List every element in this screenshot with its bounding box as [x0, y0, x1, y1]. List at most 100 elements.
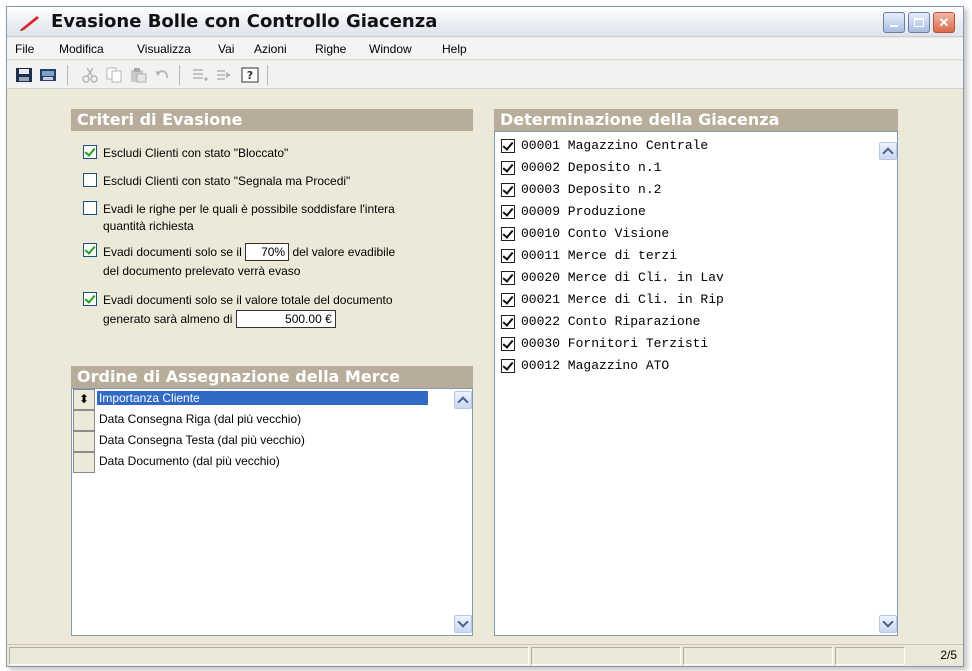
- application-window: Evasione Bolle con Controllo Giacenza ✕ …: [6, 6, 964, 667]
- ordine-item-label: Data Consegna Testa (dal più vecchio): [99, 433, 305, 447]
- scroll-down-button[interactable]: [454, 615, 472, 633]
- scroll-down-button[interactable]: [879, 615, 897, 633]
- status-cell: [683, 647, 833, 665]
- cut-icon[interactable]: [81, 67, 99, 83]
- menu-window[interactable]: Window: [369, 42, 412, 56]
- checkbox[interactable]: [501, 227, 515, 241]
- checkbox-label-line2: generato sarà almeno di 500.00 €: [103, 310, 336, 328]
- giacenza-item-label: 00030 Fornitori Terzisti: [521, 336, 709, 351]
- save-close-icon[interactable]: [39, 67, 57, 83]
- menu-bar: File Modifica Visualizza Vai Azioni Righ…: [7, 38, 963, 60]
- menu-vai[interactable]: Vai: [218, 42, 234, 56]
- close-icon: ✕: [938, 15, 950, 30]
- status-cell: [835, 647, 905, 665]
- scroll-up-button[interactable]: [454, 391, 472, 409]
- checkbox[interactable]: [501, 271, 515, 285]
- ordine-item-label: Importanza Cliente: [97, 391, 428, 405]
- ordine-item[interactable]: Data Consegna Riga (dal più vecchio): [72, 410, 452, 431]
- copy-icon[interactable]: [105, 67, 123, 83]
- status-bar: 2/5: [7, 644, 963, 666]
- checkbox-label: Escludi Clienti con stato "Bloccato": [103, 146, 289, 160]
- checkbox[interactable]: [501, 249, 515, 263]
- menu-modifica[interactable]: Modifica: [59, 42, 104, 56]
- checkbox[interactable]: [83, 292, 97, 306]
- ordine-item-label: Data Documento (dal più vecchio): [99, 454, 280, 468]
- window-title: Evasione Bolle con Controllo Giacenza: [51, 11, 438, 32]
- checkbox-label: Escludi Clienti con stato "Segnala ma Pr…: [103, 174, 351, 188]
- toolbar-separator: [267, 65, 268, 85]
- giacenza-item-label: 00010 Conto Visione: [521, 226, 670, 241]
- toolbar: ?: [7, 61, 963, 89]
- menu-righe[interactable]: Righe: [315, 42, 346, 56]
- minimum-value-input[interactable]: 500.00 €: [235, 310, 336, 328]
- undo-icon[interactable]: [153, 67, 171, 83]
- giacenza-item-label: 00002 Deposito n.1: [521, 160, 662, 175]
- sort-handle[interactable]: [73, 410, 95, 431]
- checkbox[interactable]: [501, 293, 515, 307]
- checkbox[interactable]: [83, 243, 97, 257]
- insert-row-icon[interactable]: [191, 67, 209, 83]
- percent-input[interactable]: 70%: [245, 243, 290, 261]
- ordine-item[interactable]: Data Documento (dal più vecchio): [72, 452, 452, 473]
- maximize-icon: [914, 18, 924, 27]
- checkbox[interactable]: [83, 173, 97, 187]
- sort-handle[interactable]: [73, 431, 95, 452]
- ordine-scrollbar[interactable]: [454, 389, 472, 635]
- checkbox[interactable]: [501, 161, 515, 175]
- checkbox[interactable]: [501, 315, 515, 329]
- checkbox[interactable]: [83, 145, 97, 159]
- status-cell: [9, 647, 529, 665]
- sort-handle[interactable]: [73, 452, 95, 473]
- menu-visualizza[interactable]: Visualizza: [137, 42, 191, 56]
- save-icon[interactable]: [15, 67, 33, 83]
- checkbox-label-line2: del documento prelevato verrà evaso: [103, 264, 301, 278]
- checkbox[interactable]: [83, 201, 97, 215]
- giacenza-item-label: 00001 Magazzino Centrale: [521, 138, 709, 153]
- maximize-button[interactable]: [908, 12, 930, 33]
- sort-handle-icon[interactable]: ⬍: [73, 389, 95, 410]
- giacenza-item-label: 00012 Magazzino ATO: [521, 358, 670, 373]
- ordine-item[interactable]: ⬍ Importanza Cliente: [72, 389, 452, 410]
- paste-icon[interactable]: [129, 67, 147, 83]
- giacenza-scrollbar[interactable]: [879, 132, 897, 635]
- giacenza-item-label: 00003 Deposito n.2: [521, 182, 662, 197]
- minimize-icon: [890, 25, 898, 27]
- checkbox[interactable]: [501, 205, 515, 219]
- ordine-item-label: Data Consegna Riga (dal più vecchio): [99, 412, 302, 426]
- ordine-list[interactable]: ⬍ Importanza Cliente Data Consegna Riga …: [71, 388, 473, 636]
- giacenza-item-label: 00021 Merce di Cli. in Rip: [521, 292, 724, 307]
- checkbox-label: Evadi le righe per le quali è possibile …: [103, 202, 395, 216]
- toolbar-separator: [67, 65, 68, 85]
- checkbox-label: Evadi documenti solo se il valore totale…: [103, 293, 393, 307]
- scroll-up-button[interactable]: [879, 142, 897, 160]
- close-button[interactable]: ✕: [933, 12, 955, 33]
- checkbox[interactable]: [501, 337, 515, 351]
- chevron-up-icon: [882, 147, 894, 159]
- app-pen-icon: [20, 16, 39, 31]
- giacenza-item-label: 00011 Merce di terzi: [521, 248, 678, 263]
- svg-text:?: ?: [247, 69, 253, 82]
- minimize-button[interactable]: [883, 12, 905, 33]
- label-post: del valore evadibile: [292, 245, 396, 259]
- label-pre: generato sarà almeno di: [103, 312, 233, 326]
- giacenza-item-label: 00009 Produzione: [521, 204, 646, 219]
- checkbox-label: Evadi documenti solo se il 70% del valor…: [103, 243, 395, 261]
- help-icon[interactable]: ?: [241, 67, 259, 83]
- giacenza-list[interactable]: 00001 Magazzino Centrale 00002 Deposito …: [494, 131, 898, 636]
- checkbox[interactable]: [501, 183, 515, 197]
- ordine-item[interactable]: Data Consegna Testa (dal più vecchio): [72, 431, 452, 452]
- menu-file[interactable]: File: [15, 42, 34, 56]
- move-row-icon[interactable]: [215, 67, 233, 83]
- checkbox[interactable]: [501, 359, 515, 373]
- status-cell: [531, 647, 681, 665]
- menu-azioni[interactable]: Azioni: [254, 42, 287, 56]
- checkbox[interactable]: [501, 139, 515, 153]
- chevron-down-icon: [882, 616, 894, 628]
- chevron-up-icon: [457, 396, 469, 408]
- toolbar-separator: [179, 65, 180, 85]
- label-pre: Evadi documenti solo se il: [103, 245, 242, 259]
- page-counter: 2/5: [940, 648, 957, 662]
- title-bar[interactable]: Evasione Bolle con Controllo Giacenza ✕: [7, 7, 963, 37]
- giacenza-panel-title: Determinazione della Giacenza: [494, 109, 898, 131]
- menu-help[interactable]: Help: [442, 42, 467, 56]
